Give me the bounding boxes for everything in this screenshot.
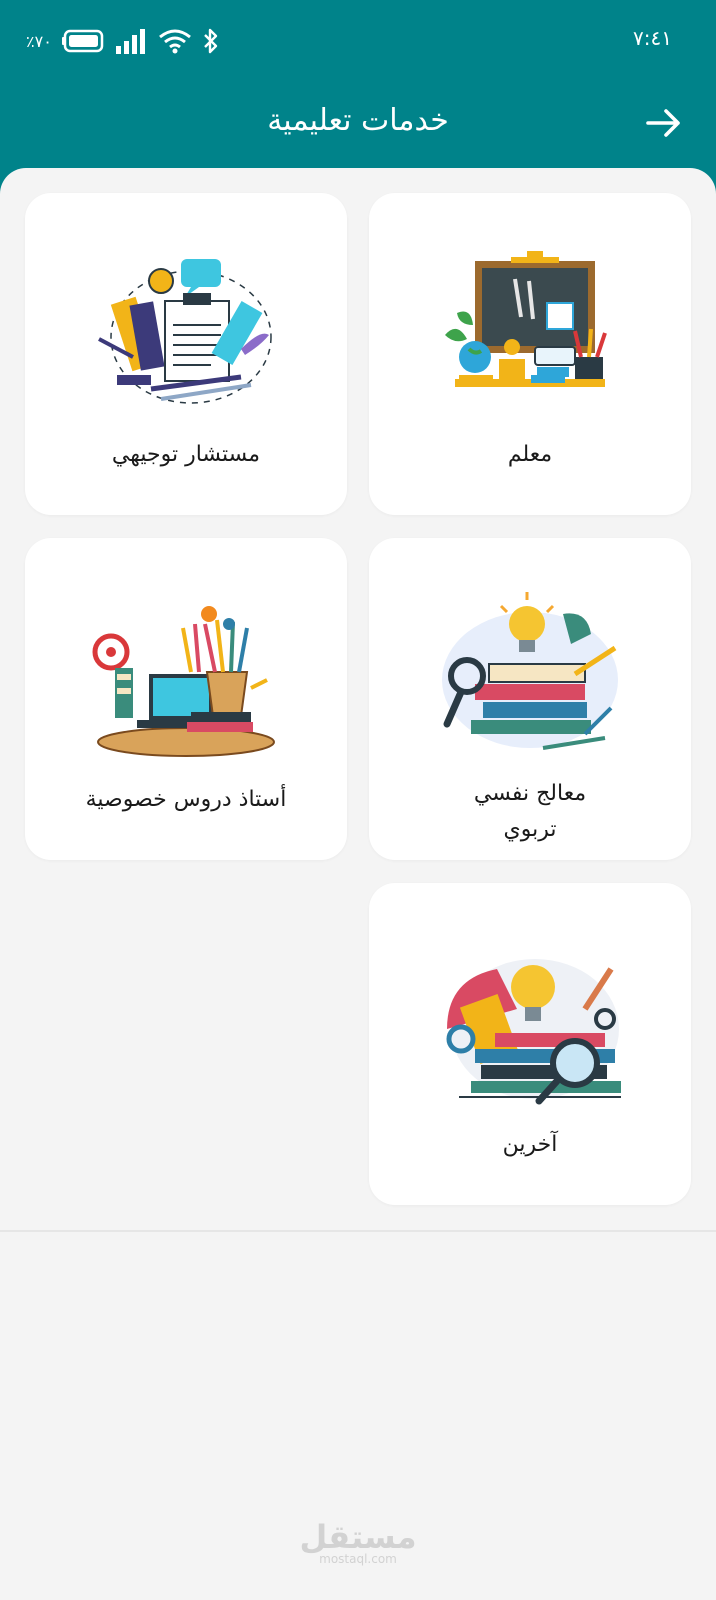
- clock-time: ٧:٤١: [633, 26, 672, 50]
- watermark-logo-text: مستقل: [299, 1518, 417, 1556]
- counselor-illustration-icon: [98, 259, 272, 404]
- card-label-line1: معالج نفسي: [473, 781, 587, 806]
- status-bar: ٪٧٠ ٧:٤١: [0, 0, 716, 80]
- card-label: أستاذ دروس خصوصية: [85, 787, 287, 812]
- page-title: خدمات تعليمية: [267, 103, 449, 138]
- signal-icon: [115, 29, 145, 54]
- battery-percent: ٪٧٠: [26, 31, 52, 51]
- card-label-line2: تربوي: [503, 817, 557, 842]
- others-illustration-icon: [446, 959, 621, 1105]
- service-card-others[interactable]: آخرين: [369, 883, 691, 1205]
- wifi-icon: [158, 29, 191, 54]
- card-label: معالج نفسي تربوي: [389, 776, 671, 848]
- watermark: مستقل mostaql.com: [0, 1520, 716, 1566]
- teacher-illustration-icon: [445, 251, 607, 387]
- status-icons: ٪٧٠: [26, 26, 220, 56]
- card-label: معلم: [507, 442, 553, 467]
- card-label: آخرين: [502, 1132, 558, 1157]
- bluetooth-icon: [203, 28, 217, 54]
- tutor-illustration-icon: [92, 606, 275, 757]
- back-arrow-icon[interactable]: [642, 101, 686, 145]
- service-card-tutor[interactable]: أستاذ دروس خصوصية: [25, 538, 347, 860]
- therapist-illustration-icon: [442, 592, 618, 750]
- content-divider: [0, 1230, 716, 1232]
- watermark-domain: mostaql.com: [319, 1552, 397, 1566]
- service-card-therapist[interactable]: معالج نفسي تربوي: [369, 538, 691, 860]
- title-bar: خدمات تعليمية: [0, 95, 716, 151]
- service-card-counselor[interactable]: مستشار توجيهي: [25, 193, 347, 515]
- service-card-teacher[interactable]: معلم: [369, 193, 691, 515]
- battery-icon: [61, 29, 104, 53]
- card-label: مستشار توجيهي: [111, 442, 261, 467]
